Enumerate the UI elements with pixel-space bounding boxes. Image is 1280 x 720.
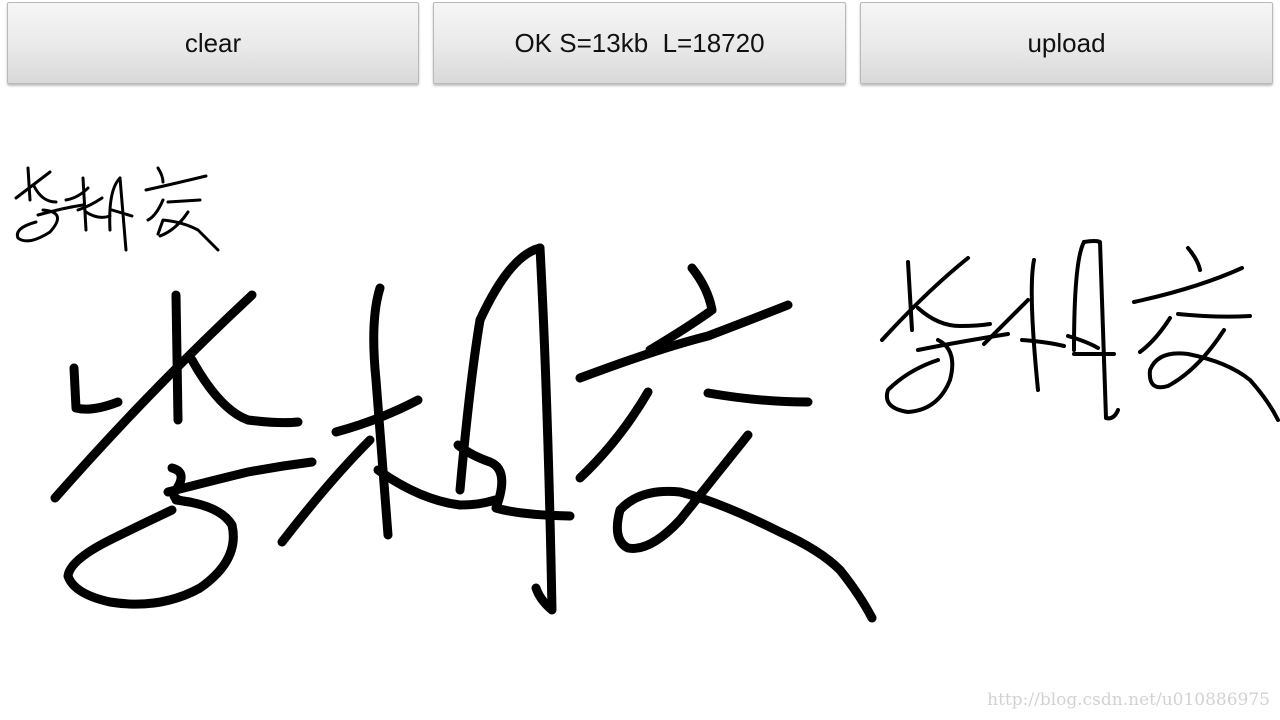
signature-app: clear OK S=13kb L=18720 upload http://bl… xyxy=(0,0,1280,720)
blog-watermark: http://blog.csdn.net/u010886975 xyxy=(987,690,1270,710)
ok-button[interactable]: OK S=13kb L=18720 xyxy=(433,2,846,84)
clear-button[interactable]: clear xyxy=(7,2,419,84)
signature-preview-image xyxy=(880,239,1280,422)
toolbar: clear OK S=13kb L=18720 upload xyxy=(0,0,1280,92)
upload-button[interactable]: upload xyxy=(860,2,1273,84)
